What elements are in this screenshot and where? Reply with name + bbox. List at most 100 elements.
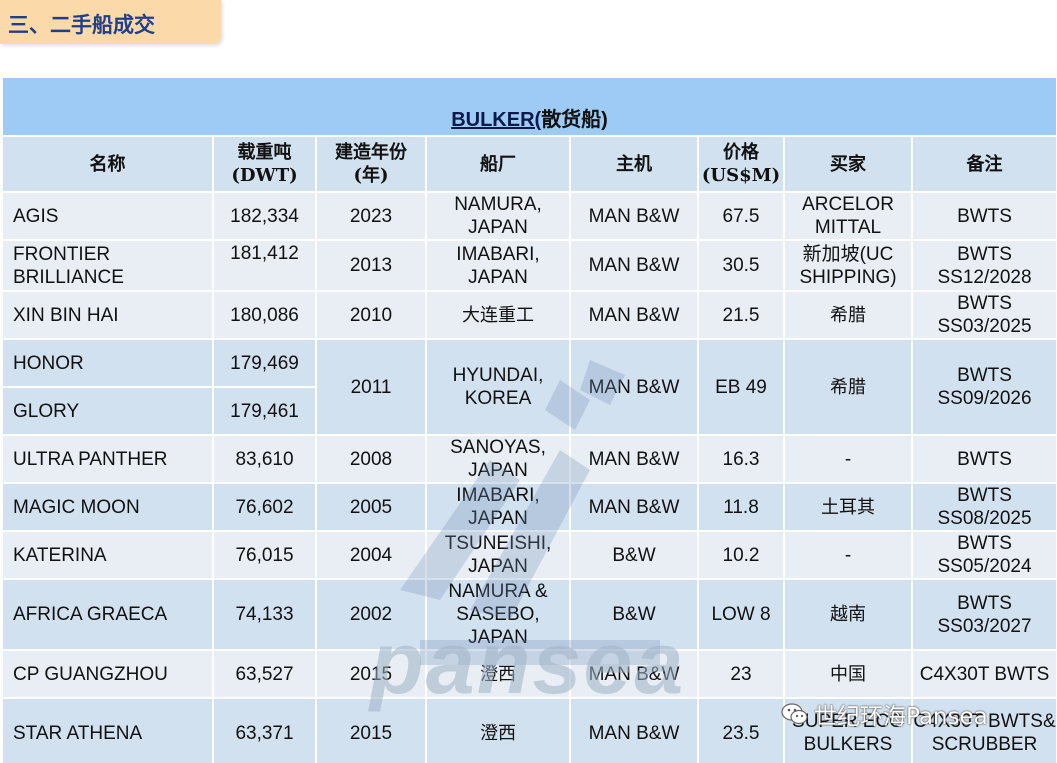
cell-buyer: - [783,530,913,580]
cell-dwt: 63,527 [212,649,317,699]
cell-name: FRONTIER BRILLIANCE [1,239,214,292]
cell-name: AFRICA GRAECA [1,578,214,651]
col-header-dwt-zh: 载重吨 [237,142,292,163]
table-row: HONOR 179,469 2011 HYUNDAI, KOREA MAN B&… [1,338,1056,436]
table-title-zh: 散货船) [541,109,608,131]
cell-price: EB 49 [697,338,785,436]
col-header-buyer: 买家 [783,135,913,193]
cell-dwt: 181,412 [212,239,317,292]
cell-dwt: 63,371 [212,697,317,763]
table-row: CP GUANGZHOU 63,527 2015 澄西 MAN B&W 23 中… [1,649,1056,699]
cell-buyer: ARCELOR MITTAL [783,191,913,241]
col-header-dwt-unit: (DWT) [231,165,298,186]
cell-dwt: 180,086 [212,290,317,340]
cell-name: CP GUANGZHOU [1,649,214,699]
col-header-engine: 主机 [569,135,699,193]
cell-yard: NAMURA & SASEBO, JAPAN [425,578,571,651]
col-header-price: 价格 (US$M) [697,135,785,193]
cell-dwt: 179,461 [212,386,317,436]
table-row: AFRICA GRAECA 74,133 2002 NAMURA & SASEB… [1,578,1056,651]
col-header-price-unit: (US$M) [701,165,781,186]
cell-name: GLORY [1,386,214,436]
cell-built: 2002 [315,578,427,651]
cell-name: ULTRA PANTHER [1,434,214,484]
cell-engine: MAN B&W [569,697,699,763]
cell-remark: BWTS SS03/2025 [910,290,1056,340]
cell-built: 2015 [315,697,427,763]
cell-yard: TSUNEISHI, JAPAN [425,530,571,580]
cell-engine: MAN B&W [569,649,699,699]
cell-remark: BWTS SS12/2028 [910,239,1056,292]
cell-yard: NAMURA, JAPAN [425,191,571,241]
cell-buyer: 中国 [783,649,913,699]
cell-dwt: 74,133 [212,578,317,651]
cell-built: 2010 [315,290,427,340]
table-row: ULTRA PANTHER 83,610 2008 SANOYAS, JAPAN… [1,434,1056,484]
cell-buyer: 新加坡(UC SHIPPING) [783,239,913,292]
cell-price: 23.5 [697,697,785,763]
col-header-dwt: 载重吨 (DWT) [212,135,317,193]
cell-price: 30.5 [697,239,785,292]
col-header-name: 名称 [1,135,214,193]
bulker-sales-table: BULKER(散货船) 名称 载重吨 (DWT) 建造年份 (年) 船厂 主机 价格… [1,76,1056,763]
cell-engine: MAN B&W [569,290,699,340]
table-row: MAGIC MOON 76,602 2005 IMABARI, JAPAN MA… [1,482,1056,532]
table-title: BULKER(散货船) [1,76,1056,137]
col-header-built-unit: (年) [353,165,389,186]
cell-buyer: 希腊 [783,290,913,340]
cell-engine: B&W [569,578,699,651]
cell-yard: 澄西 [425,697,571,763]
bulker-sales-table-container: BULKER(散货船) 名称 载重吨 (DWT) 建造年份 (年) 船厂 主机 价格… [1,76,1056,763]
cell-buyer: 土耳其 [783,482,913,532]
cell-built: 2013 [315,239,427,292]
cell-remark: BWTS SS09/2026 [910,338,1056,436]
table-header-row: 名称 载重吨 (DWT) 建造年份 (年) 船厂 主机 价格 (US$M) 买家 备注 [1,135,1056,193]
cell-remark: BWTS [910,434,1056,484]
cell-built: 2011 [315,338,427,436]
cell-price: 23 [697,649,785,699]
col-header-price-zh: 价格 [723,142,759,163]
table-row: AGIS 182,334 2023 NAMURA, JAPAN MAN B&W … [1,191,1056,241]
cell-remark: BWTS SS08/2025 [910,482,1056,532]
cell-name: MAGIC MOON [1,482,214,532]
cell-dwt: 179,469 [212,338,317,388]
cell-engine: MAN B&W [569,434,699,484]
cell-engine: MAN B&W [569,338,699,436]
section-banner: 三、二手船成交 [0,0,221,44]
table-title-row: BULKER(散货船) [1,76,1056,137]
cell-yard: 大连重工 [425,290,571,340]
cell-engine: MAN B&W [569,239,699,292]
col-header-remark: 备注 [910,135,1056,193]
cell-built: 2005 [315,482,427,532]
cell-dwt: 182,334 [212,191,317,241]
cell-price: 67.5 [697,191,785,241]
cell-remark: BWTS SS05/2024 [910,530,1056,580]
cell-built: 2023 [315,191,427,241]
cell-remark: C4X30T BWTS [910,649,1056,699]
col-header-built: 建造年份 (年) [315,135,427,193]
cell-engine: MAN B&W [569,191,699,241]
cell-name: XIN BIN HAI [1,290,214,340]
cell-built: 2004 [315,530,427,580]
cell-built: 2015 [315,649,427,699]
cell-name: STAR ATHENA [1,697,214,763]
col-header-yard: 船厂 [425,135,571,193]
cell-name: HONOR [1,338,214,388]
cell-yard: 澄西 [425,649,571,699]
cell-buyer: - [783,434,913,484]
cell-buyer: 希腊 [783,338,913,436]
cell-remark: BWTS [910,191,1056,241]
cell-price: 11.8 [697,482,785,532]
cell-remark: BWTS SS03/2027 [910,578,1056,651]
cell-engine: MAN B&W [569,482,699,532]
cell-yard: SANOYAS, JAPAN [425,434,571,484]
cell-price: 16.3 [697,434,785,484]
cell-price: 10.2 [697,530,785,580]
cell-yard: IMABARI, JAPAN [425,239,571,292]
cell-price: 21.5 [697,290,785,340]
cell-name: KATERINA [1,530,214,580]
cell-remark: C4X30T BWTS& SCRUBBER [910,697,1056,763]
cell-engine: B&W [569,530,699,580]
cell-buyer: 越南 [783,578,913,651]
cell-yard: IMABARI, JAPAN [425,482,571,532]
